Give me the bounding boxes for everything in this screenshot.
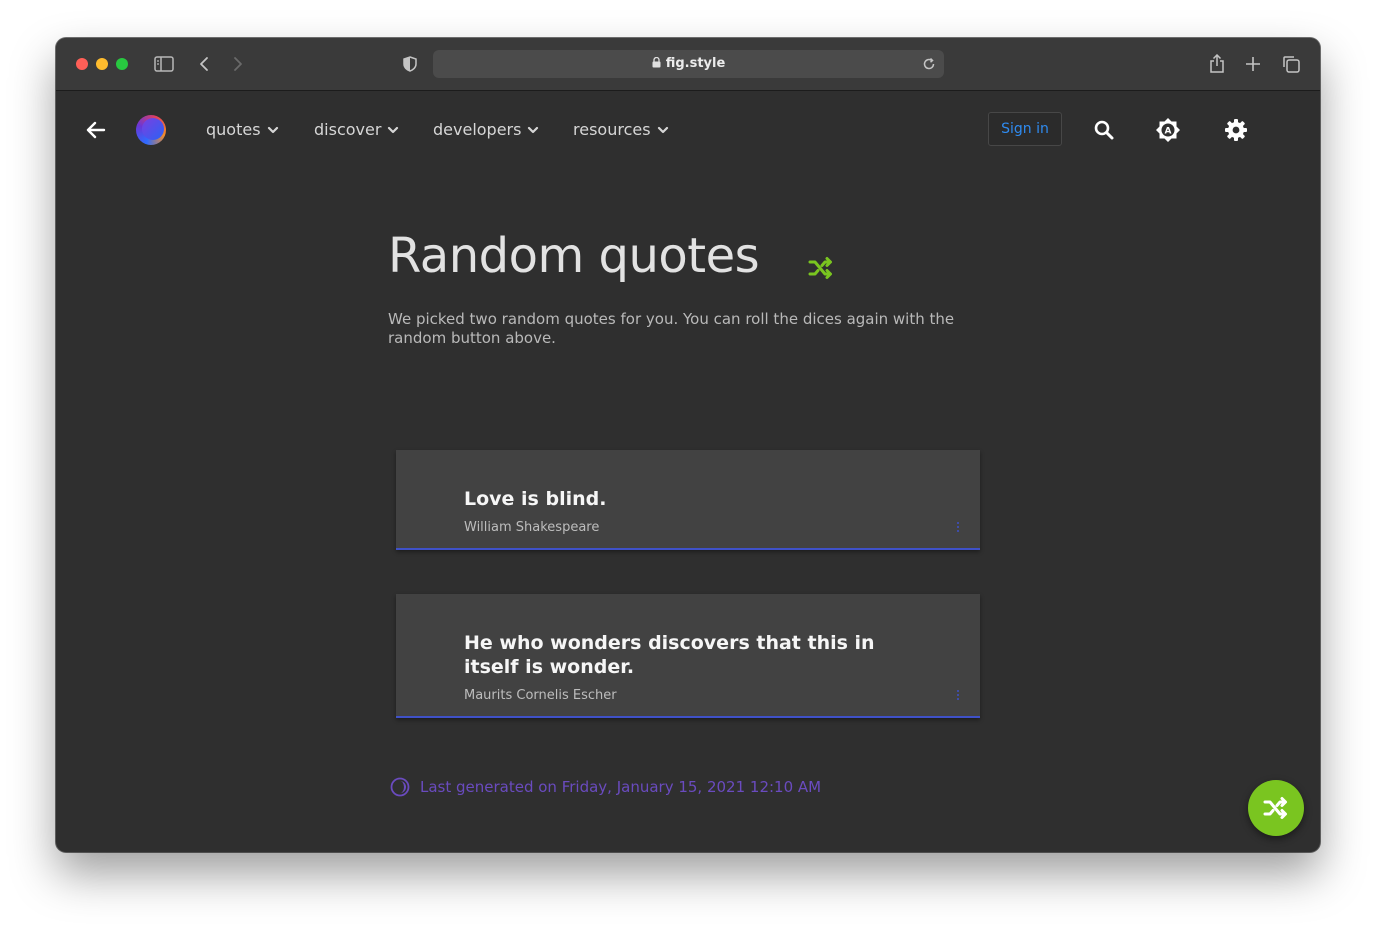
nav-resources-menu[interactable]: resources <box>573 120 669 139</box>
browser-forward-icon[interactable] <box>226 52 250 76</box>
chevron-down-icon <box>528 126 539 133</box>
new-tab-icon[interactable] <box>1241 52 1265 76</box>
nav-item-label: discover <box>314 120 382 139</box>
app-logo[interactable] <box>136 115 166 145</box>
page-title: Random quotes <box>388 228 760 284</box>
svg-text:A: A <box>1165 127 1172 137</box>
brightness-auto-icon[interactable]: A <box>1155 117 1181 143</box>
browser-toolbar: fig.style <box>56 38 1320 91</box>
browser-window: fig.style quotes discover developers res… <box>56 38 1320 852</box>
back-arrow-icon[interactable] <box>84 118 108 142</box>
nav-developers-menu[interactable]: developers <box>433 120 539 139</box>
more-options-icon[interactable] <box>956 688 960 702</box>
privacy-shield-icon[interactable] <box>398 52 422 76</box>
nav-quotes-menu[interactable]: quotes <box>206 120 279 139</box>
last-generated-note: Last generated on Friday, January 15, 20… <box>390 777 821 797</box>
reload-icon[interactable] <box>920 55 938 73</box>
minimize-window-button[interactable] <box>96 58 108 70</box>
clock-icon <box>390 777 410 797</box>
quote-text: Love is blind. <box>464 488 607 510</box>
nav-discover-menu[interactable]: discover <box>314 120 399 139</box>
chevron-down-icon <box>267 126 278 133</box>
tab-overview-icon[interactable] <box>1279 52 1303 76</box>
more-options-icon[interactable] <box>956 520 960 534</box>
quote-author[interactable]: William Shakespeare <box>464 520 599 535</box>
random-fab-button[interactable] <box>1248 780 1304 836</box>
share-icon[interactable] <box>1205 52 1229 76</box>
shuffle-icon <box>1263 797 1287 819</box>
quote-card[interactable]: Love is blind. William Shakespeare <box>396 450 980 550</box>
last-generated-text: Last generated on Friday, January 15, 20… <box>420 778 822 796</box>
settings-gear-icon[interactable] <box>1223 117 1249 143</box>
search-icon[interactable] <box>1091 117 1117 143</box>
chevron-down-icon <box>657 126 668 133</box>
nav-item-label: quotes <box>206 120 261 139</box>
zoom-window-button[interactable] <box>116 58 128 70</box>
nav-item-label: resources <box>573 120 651 139</box>
address-bar[interactable]: fig.style <box>433 50 944 78</box>
chevron-down-icon <box>388 126 399 133</box>
sign-in-button[interactable]: Sign in <box>988 112 1062 146</box>
page-subtitle: We picked two random quotes for you. You… <box>388 310 955 347</box>
lock-icon <box>652 56 661 72</box>
address-url: fig.style <box>665 56 726 71</box>
sidebar-toggle-icon[interactable] <box>152 52 176 76</box>
shuffle-icon[interactable] <box>807 254 835 282</box>
quote-author[interactable]: Maurits Cornelis Escher <box>464 688 617 703</box>
browser-back-icon[interactable] <box>192 52 216 76</box>
close-window-button[interactable] <box>76 58 88 70</box>
quote-text: He who wonders discovers that this in it… <box>464 632 875 678</box>
quote-card[interactable]: He who wonders discovers that this in it… <box>396 594 980 718</box>
nav-item-label: developers <box>433 120 522 139</box>
